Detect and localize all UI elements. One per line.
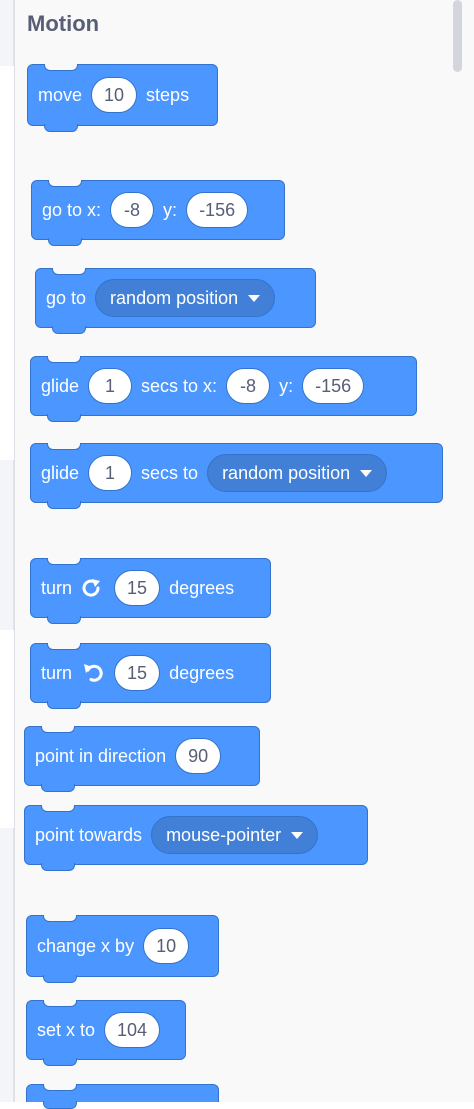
x-input[interactable]: -8 xyxy=(110,192,155,228)
next-block-partial[interactable] xyxy=(26,1084,219,1109)
dropdown-value: mouse-pointer xyxy=(166,824,282,845)
degrees-input[interactable]: 15 xyxy=(114,655,161,691)
block-label: turn xyxy=(41,577,73,598)
glide-to-block[interactable]: glide 1 secs to random position xyxy=(30,443,443,509)
move-steps-block[interactable]: move 10 steps xyxy=(27,64,218,132)
block-label: steps xyxy=(146,84,190,105)
change-x-block[interactable]: change x by 10 xyxy=(26,915,219,983)
point-towards-dropdown[interactable]: mouse-pointer xyxy=(151,816,319,854)
palette-scrollbar[interactable] xyxy=(452,0,474,1102)
y-input[interactable]: -156 xyxy=(302,368,365,404)
go-to-block[interactable]: go to random position xyxy=(35,268,316,334)
block-label: move xyxy=(38,84,83,105)
block-label: glide xyxy=(41,375,80,396)
block-label: y: xyxy=(279,375,294,396)
block-label: point in direction xyxy=(35,745,167,766)
block-label: glide xyxy=(41,462,80,483)
point-towards-block[interactable]: point towards mouse-pointer xyxy=(24,805,368,871)
point-in-direction-block[interactable]: point in direction 90 xyxy=(24,726,260,792)
block-label: secs to x: xyxy=(141,375,218,396)
secs-input[interactable]: 1 xyxy=(88,368,133,404)
degrees-input[interactable]: 15 xyxy=(114,570,161,606)
category-title: Motion xyxy=(27,11,100,36)
block-label: secs to xyxy=(141,462,199,483)
rotate-counterclockwise-icon xyxy=(81,661,105,685)
change-x-input[interactable]: 10 xyxy=(143,928,190,964)
set-x-input[interactable]: 104 xyxy=(104,1012,161,1048)
left-gutter xyxy=(0,0,14,1102)
go-to-xy-block[interactable]: go to x: -8 y: -156 xyxy=(31,180,285,246)
glide-target-dropdown[interactable]: random position xyxy=(207,454,388,492)
gutter-strip xyxy=(0,0,14,66)
steps-input[interactable]: 10 xyxy=(91,77,138,113)
block-label: set x to xyxy=(37,1019,96,1040)
secs-input[interactable]: 1 xyxy=(88,455,133,491)
go-to-target-dropdown[interactable]: random position xyxy=(95,279,276,317)
x-input[interactable]: -8 xyxy=(226,368,271,404)
y-input[interactable]: -156 xyxy=(186,192,249,228)
caret-down-icon xyxy=(291,831,304,839)
block-label: point towards xyxy=(35,824,143,845)
block-label: y: xyxy=(163,199,178,220)
scrollbar-thumb[interactable] xyxy=(453,0,462,72)
block-label: go to xyxy=(46,287,87,308)
glide-xy-block[interactable]: glide 1 secs to x: -8 y: -156 xyxy=(30,356,417,422)
turn-right-block[interactable]: turn 15 degrees xyxy=(30,558,271,624)
block-label: turn xyxy=(41,662,73,683)
direction-input[interactable]: 90 xyxy=(175,738,222,774)
rotate-clockwise-icon xyxy=(81,576,105,600)
gutter-strip xyxy=(0,460,14,630)
dropdown-value: random position xyxy=(222,462,351,483)
set-x-block[interactable]: set x to 104 xyxy=(26,1000,186,1066)
gutter-strip xyxy=(0,828,14,1102)
turn-left-block[interactable]: turn 15 degrees xyxy=(30,643,271,709)
caret-down-icon xyxy=(360,469,373,477)
block-label: degrees xyxy=(169,577,235,598)
caret-down-icon xyxy=(248,294,261,302)
block-label: change x by xyxy=(37,935,135,956)
block-label: degrees xyxy=(169,662,235,683)
dropdown-value: random position xyxy=(110,287,239,308)
block-label: go to x: xyxy=(42,199,102,220)
